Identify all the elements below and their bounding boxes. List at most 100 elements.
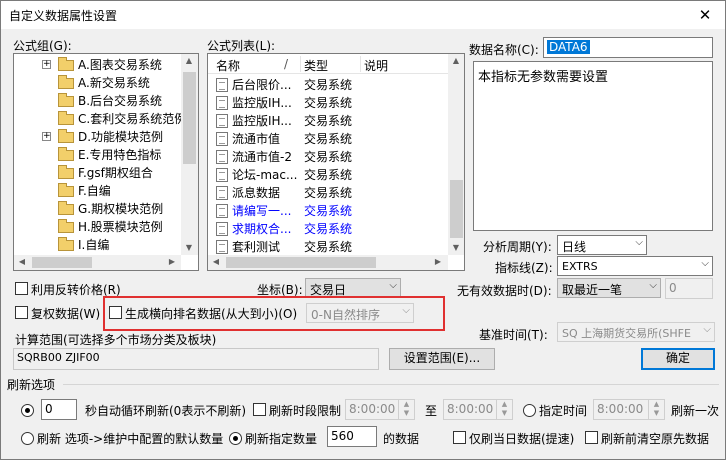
tree-item[interactable]: E.专用特色指标: [14, 146, 181, 164]
formula-doc-icon: [216, 96, 228, 110]
list-item[interactable]: 套利测试 交易系统: [208, 238, 448, 256]
list-item[interactable]: 监控版IH... 交易系统: [208, 112, 448, 130]
scroll-up-icon[interactable]: ▲: [448, 56, 464, 65]
column-type[interactable]: 类型: [304, 57, 328, 74]
tree-item[interactable]: F.自编: [14, 182, 181, 200]
formula-name: 论坛-mac...: [232, 168, 298, 182]
formula-type: 交易系统: [304, 168, 353, 182]
formula-doc-icon: [216, 222, 228, 236]
no-valid-data-value: 取最近一笔: [562, 283, 623, 297]
refresh-default-radio[interactable]: [21, 432, 34, 445]
tree-item[interactable]: I.自编: [14, 236, 181, 254]
indicator-line-select[interactable]: EXTRS ⌵: [557, 256, 713, 276]
list-item[interactable]: 请编写一... 交易系统: [208, 202, 448, 220]
scroll-right-icon[interactable]: ▶: [430, 257, 446, 266]
list-vscrollbar[interactable]: ▲ ▼: [448, 54, 464, 255]
formula-name: 流通市值-2: [232, 150, 292, 164]
spin-arrows-icon[interactable]: ▲ ▼: [496, 400, 512, 419]
tree-item[interactable]: + D.功能模块范例: [14, 128, 181, 146]
data-name-field[interactable]: DATA6: [543, 37, 713, 58]
list-hscrollbar[interactable]: ◀ ▶: [208, 255, 448, 270]
scroll-left-icon[interactable]: ◀: [208, 257, 224, 266]
tree-item[interactable]: C.套利交易系统范例: [14, 110, 186, 128]
scroll-down-icon[interactable]: ▼: [181, 243, 197, 252]
tree-item[interactable]: + A.图表交易系统: [14, 56, 181, 74]
close-icon[interactable]: ✕: [691, 5, 719, 25]
folder-icon: [58, 129, 74, 143]
formula-group-label: 公式组(G):: [13, 39, 72, 53]
clear-before-checkbox[interactable]: [585, 431, 598, 444]
column-name[interactable]: 名称: [216, 57, 240, 74]
tree-item[interactable]: F.gsf期权组合: [14, 164, 181, 182]
list-vscroll-thumb[interactable]: [450, 180, 463, 238]
tree-vscroll-thumb[interactable]: [183, 72, 196, 164]
time-to-field[interactable]: 8:00:00 ▲ ▼: [443, 399, 513, 420]
time-from-field[interactable]: 8:00:00 ▲ ▼: [345, 399, 415, 420]
tree-hscroll-thumb[interactable]: [32, 257, 92, 268]
list-hscroll-thumb[interactable]: [226, 257, 376, 268]
refresh-count-field[interactable]: 560: [327, 426, 377, 447]
list-header: 名称 / 类型 说明: [208, 54, 448, 74]
list-item[interactable]: 流通市值-2 交易系统: [208, 148, 448, 166]
scroll-up-icon[interactable]: ▲: [181, 56, 197, 65]
list-item[interactable]: 派息数据 交易系统: [208, 184, 448, 202]
refresh-count-value: 560: [331, 429, 354, 443]
no-valid-data-select[interactable]: 取最近一笔 ⌵: [557, 278, 661, 298]
list-item[interactable]: 论坛-mac... 交易系统: [208, 166, 448, 184]
list-item[interactable]: 后台限价... 交易系统: [208, 76, 448, 94]
scroll-right-icon[interactable]: ▶: [164, 257, 180, 266]
formula-list[interactable]: 名称 / 类型 说明 后台限价... 交易系统 监控版IH... 交易系统 监控版IH.…: [207, 53, 465, 271]
set-range-button[interactable]: 设置范围(E)...: [389, 348, 495, 370]
formula-doc-icon: [216, 132, 228, 146]
formula-name: 派息数据: [232, 186, 281, 200]
formula-name: 后台限价...: [232, 78, 292, 92]
refresh-count-radio[interactable]: [229, 432, 242, 445]
chevron-down-icon: ⌵: [389, 280, 397, 291]
calc-range-field[interactable]: SQRB00 ZJIF00: [13, 348, 379, 370]
folder-icon: [58, 165, 74, 179]
formula-type: 交易系统: [304, 204, 353, 218]
refresh-limit-checkbox[interactable]: [253, 403, 266, 416]
spin-arrows-icon[interactable]: ▲ ▼: [398, 400, 414, 419]
formula-doc-icon: [216, 114, 228, 128]
formula-type: 交易系统: [304, 132, 353, 146]
formula-group-tree[interactable]: + A.图表交易系统 A.新交易系统 B.后台交易系统 C.套利交易系统范例 + D.功能模…: [13, 53, 199, 271]
refresh-count-label: 刷新指定数量: [245, 432, 318, 446]
no-valid-data-spin[interactable]: 0: [665, 278, 713, 299]
base-time-select[interactable]: SQ 上海期货交易所(SHFE ⌵: [557, 322, 715, 342]
tree-item[interactable]: B.后台交易系统: [14, 92, 181, 110]
reinstate-data-label: 复权数据(W): [31, 307, 101, 321]
specified-time-field[interactable]: 8:00:00 ▲ ▼: [593, 399, 665, 420]
list-item[interactable]: 求期权合... 交易系统: [208, 220, 448, 238]
tree-hscrollbar[interactable]: ◀ ▶: [14, 255, 181, 270]
use-reverse-price-checkbox[interactable]: [15, 282, 28, 295]
formula-type: 交易系统: [304, 114, 353, 128]
specified-time-radio[interactable]: [523, 404, 536, 417]
ok-button[interactable]: 确定: [641, 348, 715, 370]
expand-icon[interactable]: +: [42, 60, 51, 69]
analysis-period-label: 分析周期(Y):: [483, 240, 552, 254]
reinstate-data-checkbox[interactable]: [15, 306, 28, 319]
column-desc[interactable]: 说明: [364, 57, 388, 74]
list-item[interactable]: 监控版IH... 交易系统: [208, 94, 448, 112]
tree-item[interactable]: A.新交易系统: [14, 74, 181, 92]
tree-item-label: D.功能模块范例: [78, 130, 164, 144]
auto-refresh-radio[interactable]: [21, 404, 34, 417]
coordinate-select[interactable]: 交易日 ⌵: [305, 278, 401, 298]
indicator-line-value: EXTRS: [562, 260, 598, 273]
expand-icon[interactable]: +: [42, 132, 51, 141]
formula-name: 套利测试: [232, 240, 281, 254]
formula-name: 请编写一...: [232, 204, 292, 218]
spin-arrows-icon[interactable]: ▲ ▼: [648, 400, 664, 419]
refresh-count-suffix: 的数据: [383, 432, 420, 446]
list-item[interactable]: 流通市值 交易系统: [208, 130, 448, 148]
tree-item[interactable]: G.期权模块范例: [14, 200, 181, 218]
today-only-checkbox[interactable]: [453, 431, 466, 444]
analysis-period-select[interactable]: 日线 ⌵: [557, 235, 647, 255]
scroll-left-icon[interactable]: ◀: [14, 257, 30, 266]
tree-item[interactable]: H.股票模块范例: [14, 218, 181, 236]
tree-vscrollbar[interactable]: ▲ ▼: [181, 54, 198, 255]
auto-refresh-seconds[interactable]: 0: [41, 399, 77, 420]
scroll-down-icon[interactable]: ▼: [448, 243, 464, 252]
folder-icon: [58, 147, 74, 161]
